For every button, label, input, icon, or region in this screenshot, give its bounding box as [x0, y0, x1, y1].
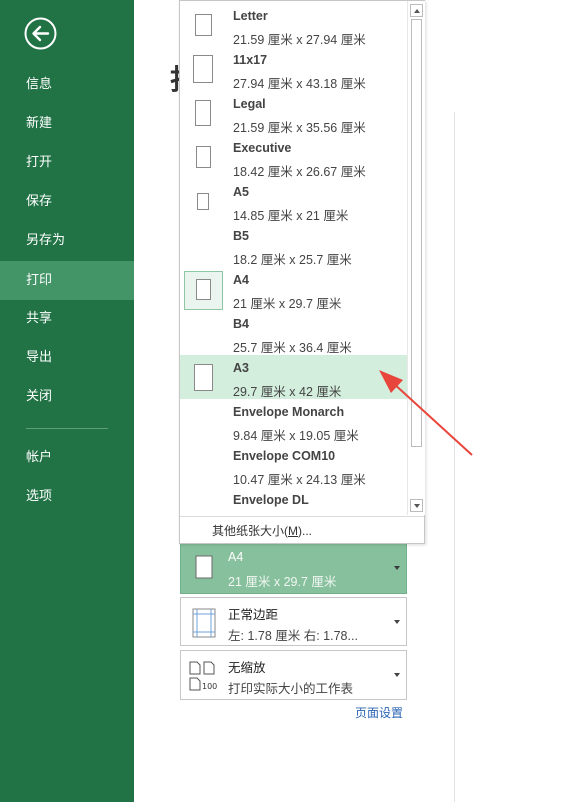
- margins-subtitle: 左: 1.78 厘米 右: 1.78...: [228, 629, 358, 643]
- portrait-page-icon: [195, 555, 213, 579]
- scroll-down-icon[interactable]: [410, 499, 423, 512]
- nav-print[interactable]: 打印: [0, 261, 134, 300]
- preview-divider: [454, 112, 455, 802]
- scroll-thumb[interactable]: [411, 19, 422, 447]
- paper-option-b5[interactable]: B5 18.2 厘米 x 25.7 厘米: [180, 223, 407, 267]
- paper-option-b4[interactable]: B4 25.7 厘米 x 36.4 厘米: [180, 311, 407, 355]
- page-thumbnail-icon: [193, 55, 213, 83]
- nav-options[interactable]: 选项: [0, 477, 134, 516]
- paper-option-dimensions: 27.94 厘米 x 43.18 厘米: [233, 77, 366, 91]
- paper-option-envelope-com10[interactable]: Envelope COM10 10.47 厘米 x 24.13 厘米: [180, 443, 407, 487]
- paper-option-envelope-monarch[interactable]: Envelope Monarch 9.84 厘米 x 19.05 厘米: [180, 399, 407, 443]
- nav-new[interactable]: 新建: [0, 104, 134, 143]
- page-thumbnail-icon: [195, 100, 211, 126]
- page-setup-link[interactable]: 页面设置: [355, 704, 403, 721]
- nav-open[interactable]: 打开: [0, 143, 134, 182]
- nav-save[interactable]: 保存: [0, 182, 134, 221]
- paper-option-dimensions: 25.7 厘米 x 36.4 厘米: [233, 341, 352, 355]
- paper-option-letter[interactable]: Letter 21.59 厘米 x 27.94 厘米: [180, 3, 407, 47]
- more-sizes-suffix: )...: [298, 524, 312, 538]
- paper-option-dimensions: 14.85 厘米 x 21 厘米: [233, 209, 349, 223]
- nav-share[interactable]: 共享: [0, 299, 134, 338]
- chevron-down-icon: [394, 673, 400, 677]
- paper-option-11x17[interactable]: 11x17 27.94 厘米 x 43.18 厘米: [180, 47, 407, 91]
- nav-export[interactable]: 导出: [0, 338, 134, 377]
- nav-account[interactable]: 帐户: [0, 438, 134, 477]
- paper-option-dimensions: 21 厘米 x 29.7 厘米: [233, 297, 342, 311]
- scroll-up-icon[interactable]: [410, 4, 423, 17]
- paper-option-name: Legal: [233, 97, 266, 111]
- paper-option-dimensions: 10.47 厘米 x 24.13 厘米: [233, 473, 366, 487]
- paper-option-name: A4: [233, 273, 249, 287]
- paper-option-name: Letter: [233, 9, 268, 23]
- sidebar-divider: [26, 428, 108, 429]
- popup-divider: [180, 516, 424, 517]
- paper-size-title: A4: [228, 550, 244, 564]
- more-sizes-prefix: 其他纸张大小(: [212, 524, 288, 538]
- margins-dropdown[interactable]: 正常边距 左: 1.78 厘米 右: 1.78...: [180, 597, 407, 646]
- paper-option-dimensions: 9.84 厘米 x 19.05 厘米: [233, 429, 359, 443]
- paper-option-executive[interactable]: Executive 18.42 厘米 x 26.67 厘米: [180, 135, 407, 179]
- paper-option-name: Envelope Monarch: [233, 405, 345, 419]
- paper-option-name: B5: [233, 229, 249, 243]
- page-thumbnail-icon: [194, 14, 212, 36]
- paper-option-dimensions: 21.59 厘米 x 35.56 厘米: [233, 121, 366, 135]
- paper-option-dimensions: 21.59 厘米 x 27.94 厘米: [233, 33, 366, 47]
- more-sizes-accesskey: M: [288, 524, 298, 538]
- page-thumbnail-icon: [193, 363, 213, 391]
- paper-option-legal[interactable]: Legal 21.59 厘米 x 35.56 厘米: [180, 91, 407, 135]
- scaling-subtitle: 打印实际大小的工作表: [228, 682, 354, 696]
- paper-option-dimensions: 11 厘米 x 22 厘米: [233, 513, 330, 515]
- page-thumbnail-icon: [195, 278, 211, 300]
- scaling-icon-text: 100: [202, 682, 217, 691]
- paper-size-subtitle: 21 厘米 x 29.7 厘米: [228, 575, 337, 589]
- more-paper-sizes-button[interactable]: 其他纸张大小(M)...: [212, 522, 312, 539]
- paper-option-dimensions: 18.42 厘米 x 26.67 厘米: [233, 165, 366, 179]
- paper-size-dropdown[interactable]: A4 21 厘米 x 29.7 厘米: [180, 543, 407, 594]
- scaling-dropdown[interactable]: 100 无缩放 打印实际大小的工作表: [180, 650, 407, 700]
- paper-option-name: Executive: [233, 141, 292, 155]
- page-thumbnail-icon: [197, 192, 209, 210]
- back-arrow-icon[interactable]: [24, 17, 57, 50]
- chevron-down-icon: [394, 620, 400, 624]
- scrollbar[interactable]: [407, 1, 425, 515]
- nav-close[interactable]: 关闭: [0, 377, 134, 416]
- paper-option-name: B4: [233, 317, 249, 331]
- paper-option-dimensions: 18.2 厘米 x 25.7 厘米: [233, 253, 352, 267]
- paper-option-name: Envelope DL: [233, 493, 309, 507]
- chevron-down-icon: [394, 566, 400, 570]
- page-thumbnail-icon: [195, 146, 211, 168]
- paper-option-envelope-dl[interactable]: Envelope DL 11 厘米 x 22 厘米: [180, 487, 407, 515]
- paper-option-a5[interactable]: A5 14.85 厘米 x 21 厘米: [180, 179, 407, 223]
- paper-option-name: A3: [233, 361, 249, 375]
- backstage-sidebar: 信息 新建 打开 保存 另存为 打印 共享 导出 关闭 帐户 选项: [0, 0, 134, 802]
- paper-option-name: Envelope COM10: [233, 449, 336, 463]
- paper-option-a3[interactable]: A3 29.7 厘米 x 42 厘米: [180, 355, 407, 399]
- margins-title: 正常边距: [228, 608, 279, 622]
- paper-option-name: 11x17: [233, 53, 268, 67]
- paper-option-name: A5: [233, 185, 249, 199]
- paper-option-a4[interactable]: A4 21 厘米 x 29.7 厘米: [180, 267, 407, 311]
- nav-info[interactable]: 信息: [0, 65, 134, 104]
- paper-option-dimensions: 29.7 厘米 x 42 厘米: [233, 385, 342, 399]
- scaling-title: 无缩放: [228, 661, 266, 675]
- margins-icon: [192, 608, 216, 638]
- paper-size-list: Letter 21.59 厘米 x 27.94 厘米 11x17 27.94 厘米 x…: [180, 1, 407, 515]
- scaling-icon: 100: [189, 661, 217, 691]
- nav-save-as[interactable]: 另存为: [0, 221, 134, 260]
- paper-size-popup: Letter 21.59 厘米 x 27.94 厘米 11x17 27.94 厘米 x…: [179, 0, 425, 544]
